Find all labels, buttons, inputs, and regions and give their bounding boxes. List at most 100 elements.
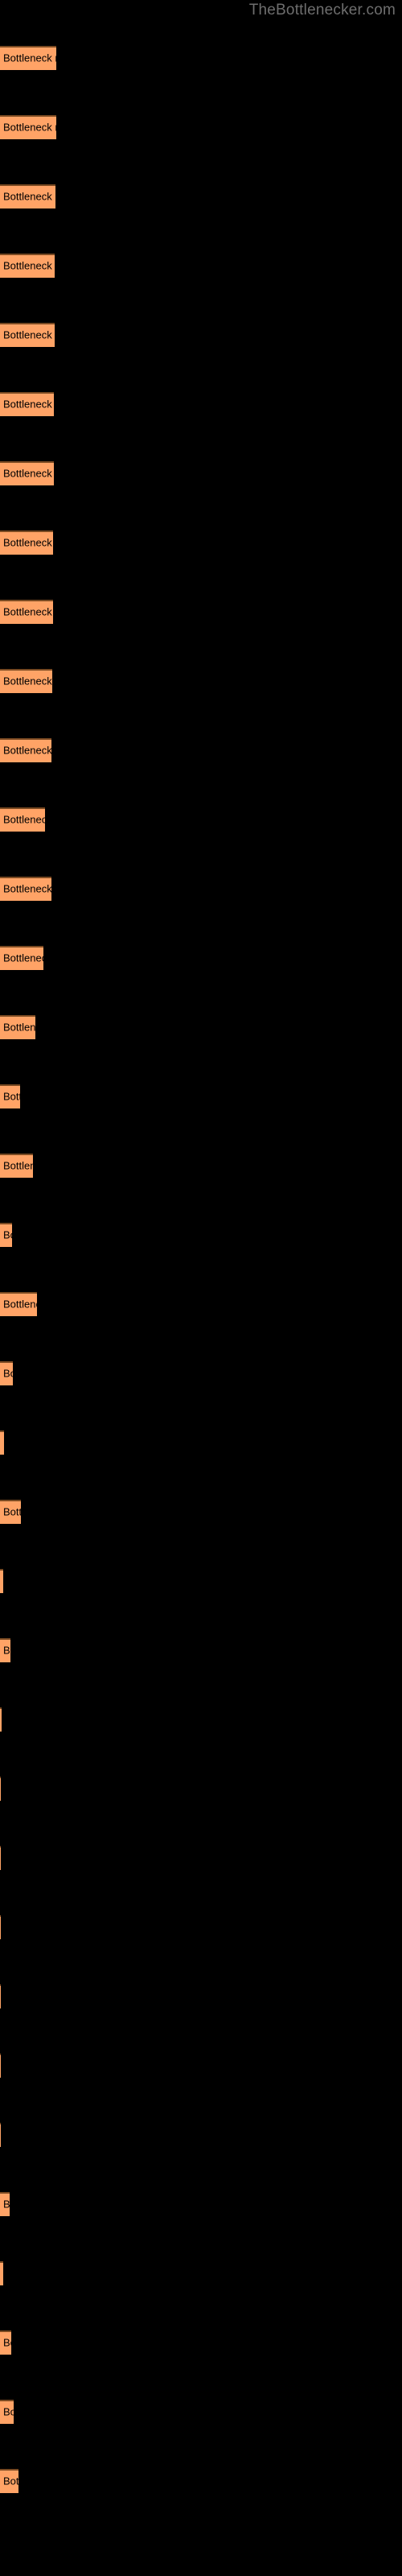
bar-label-clip: Bottleneck result [0, 877, 51, 901]
bar-row: Bottleneck result [0, 1777, 1, 1801]
bar-label-clip: Bottleneck result [0, 2261, 3, 2285]
bar-row: Bottleneck result [0, 1638, 10, 1662]
bar-label-clip: Bottleneck result [0, 2469, 18, 2493]
bar-label-clip: Bottleneck result [0, 1846, 1, 1870]
bar-row: Bottleneck result [0, 877, 51, 901]
bar-row: Bottleneck result [0, 1500, 21, 1524]
bar-label-clip: Bottleneck result [0, 2330, 11, 2355]
bar-label-clip: Bottleneck result [0, 2400, 14, 2424]
bar-label-clip: Bottleneck result [0, 530, 53, 555]
bar-label-clip: Bottleneck result [0, 2123, 1, 2147]
bar-label-clip: Bottleneck result [0, 461, 54, 485]
bar-label: Bottleneck result [3, 2405, 14, 2418]
bar-row: Bottleneck result [0, 46, 56, 70]
bar-row: Bottleneck result [0, 2469, 18, 2493]
bar-label: Bottleneck result [3, 2198, 10, 2211]
bar-label-clip: Bottleneck result [0, 1500, 21, 1524]
page-title: TheBottlenecker.com [248, 2, 396, 19]
bar-row: Bottleneck result [0, 2054, 1, 2078]
bar-label-clip: Bottleneck result [0, 1015, 35, 1039]
bottleneck-bar-chart: TheBottlenecker.com Bottleneck result Bot… [0, 0, 402, 2576]
bar-row: Bottleneck result [0, 1154, 33, 1178]
bar-row: Bottleneck result [0, 738, 51, 762]
bar-row: Bottleneck result [0, 1569, 3, 1593]
bar-label-clip: Bottleneck result [0, 669, 52, 693]
bar-label: Bottleneck result [3, 1367, 13, 1380]
bar-row: Bottleneck result [0, 1846, 1, 1870]
bar-label-clip: Bottleneck result [0, 1984, 1, 2008]
bar-label: Bottleneck result [3, 1644, 10, 1657]
bar-label: Bottleneck result [3, 882, 51, 895]
bar-label-clip: Bottleneck result [0, 1638, 10, 1662]
bar-row: Bottleneck result [0, 1015, 35, 1039]
bar-label-clip: Bottleneck result [0, 323, 55, 347]
bar-label: Bottleneck result [3, 675, 52, 687]
bar-row: Bottleneck result [0, 669, 52, 693]
bar-row: Bottleneck result [0, 1915, 1, 1939]
bar-label-clip: Bottleneck result [0, 46, 56, 70]
bar-label: Bottleneck result [3, 2336, 11, 2349]
bar-label-clip: Bottleneck result [0, 1223, 12, 1247]
bar-label-clip: Bottleneck result [0, 946, 43, 970]
bar-row: Bottleneck result [0, 1707, 2, 1732]
bar-label: Bottleneck result [3, 2475, 18, 2487]
bar-label-clip: Bottleneck result [0, 600, 53, 624]
bar-row: Bottleneck result [0, 2330, 11, 2355]
bar-label-clip: Bottleneck result [0, 2192, 10, 2216]
bar-label-clip: Bottleneck result [0, 1084, 20, 1108]
bar-label-clip: Bottleneck result [0, 2054, 1, 2078]
bar-label-clip: Bottleneck result [0, 115, 56, 139]
bar-label: Bottleneck result [3, 1228, 12, 1241]
bar-label: Bottleneck result [3, 259, 55, 272]
bar-row: Bottleneck result [0, 946, 43, 970]
bar-label: Bottleneck result [3, 1298, 37, 1311]
bar-label-clip: Bottleneck result [0, 1361, 13, 1385]
bar-label: Bottleneck result [3, 190, 55, 203]
bar-row: Bottleneck result [0, 323, 55, 347]
bar-row: Bottleneck result [0, 254, 55, 278]
bar-label: Bottleneck result [3, 328, 55, 341]
bar-row: Bottleneck result [0, 2400, 14, 2424]
bar-label-clip: Bottleneck result [0, 738, 51, 762]
bar-row: Bottleneck result [0, 2123, 1, 2147]
bar-label: Bottleneck result [3, 121, 56, 134]
bar-row: Bottleneck result [0, 115, 56, 139]
bar-row: Bottleneck result [0, 461, 54, 485]
bar-label: Bottleneck result [3, 952, 43, 964]
bar-row: Bottleneck result [0, 807, 45, 832]
bar-row: Bottleneck result [0, 530, 53, 555]
bar-label: Bottleneck result [3, 1437, 4, 1449]
bar-label: Bottleneck result [3, 536, 53, 549]
bar-row: Bottleneck result [0, 1292, 37, 1316]
bar-row: Bottleneck result [0, 184, 55, 208]
bar-row: Bottleneck result [0, 392, 54, 416]
bar-label-clip: Bottleneck result [0, 1707, 2, 1732]
bar-row: Bottleneck result [0, 600, 53, 624]
bar-label-clip: Bottleneck result [0, 1430, 4, 1455]
bar-row: Bottleneck result [0, 2261, 3, 2285]
bar-label-clip: Bottleneck result [0, 254, 55, 278]
bar-label-clip: Bottleneck result [0, 1915, 1, 1939]
bar-label-clip: Bottleneck result [0, 1777, 1, 1801]
bar-label: Bottleneck result [3, 605, 53, 618]
bar-label-clip: Bottleneck result [0, 807, 45, 832]
bar-label: Bottleneck result [3, 398, 54, 411]
bar-row: Bottleneck result [0, 1361, 13, 1385]
bar-label-clip: Bottleneck result [0, 1569, 3, 1593]
bar-label-clip: Bottleneck result [0, 1292, 37, 1316]
bar-label: Bottleneck result [3, 813, 45, 826]
bar-label: Bottleneck result [3, 1021, 35, 1034]
bar-row: Bottleneck result [0, 1984, 1, 2008]
bar-label: Bottleneck result [3, 52, 56, 64]
bar-label-clip: Bottleneck result [0, 392, 54, 416]
bar-label: Bottleneck result [3, 1090, 20, 1103]
bar-row: Bottleneck result [0, 1430, 4, 1455]
bar-label: Bottleneck result [3, 744, 51, 757]
bar-row: Bottleneck result [0, 1223, 12, 1247]
bar-label: Bottleneck result [3, 1159, 33, 1172]
bar-label: Bottleneck result [3, 467, 54, 480]
bar-row: Bottleneck result [0, 2192, 10, 2216]
bar-label-clip: Bottleneck result [0, 184, 55, 208]
bar-row: Bottleneck result [0, 1084, 20, 1108]
bar-label: Bottleneck result [3, 1505, 21, 1518]
